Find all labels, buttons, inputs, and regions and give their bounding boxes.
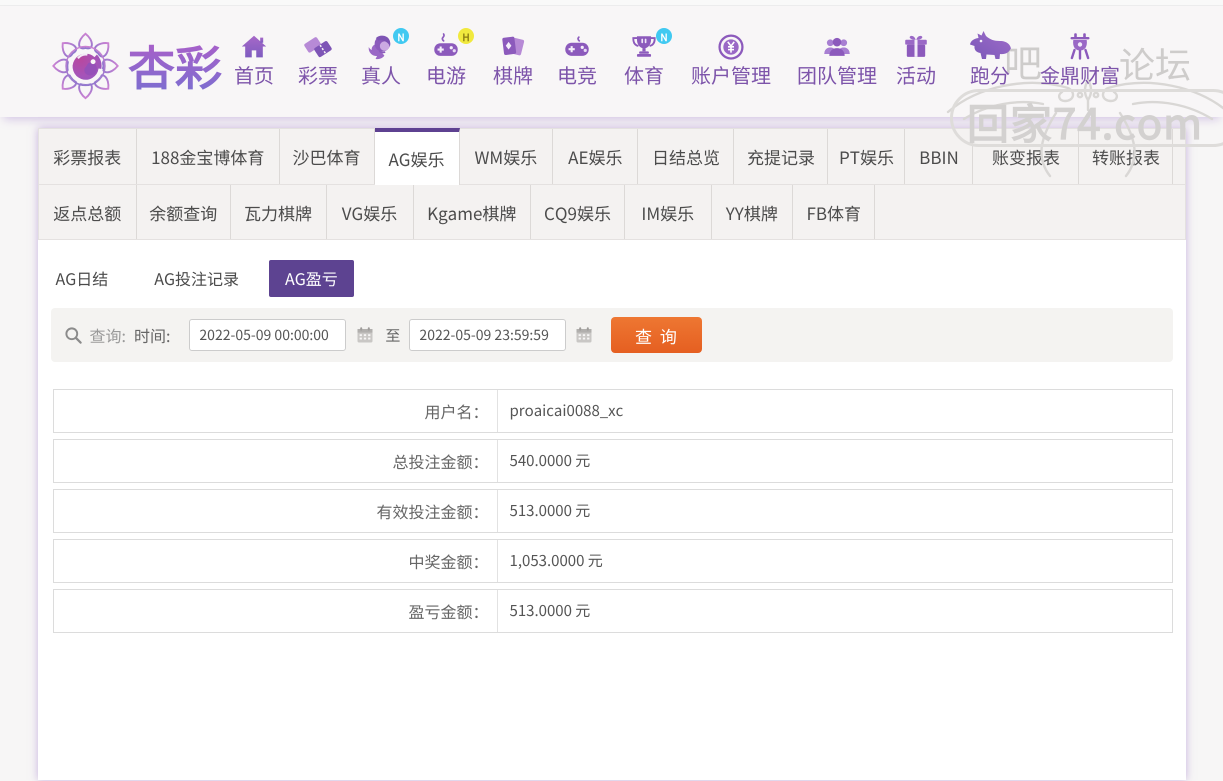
subtab-0[interactable]: AG日结 — [40, 260, 125, 297]
watermark-forum-text: 论坛 — [1119, 37, 1192, 89]
nav-item-label: 账户管理 — [691, 60, 771, 89]
tab-row1-7[interactable]: 充提记录 — [734, 129, 829, 184]
time-to-input[interactable] — [409, 319, 567, 351]
tab-row1-4[interactable]: WM娱乐 — [460, 129, 554, 184]
time-label: 时间: — [133, 323, 171, 347]
nav-item-6[interactable]: N 体育 — [624, 28, 672, 89]
tab-row2-2[interactable]: 瓦力棋牌 — [231, 185, 327, 239]
activity-gift-icon — [901, 35, 931, 62]
nav-item-0[interactable]: 首页 — [234, 35, 274, 88]
nav-item-8[interactable]: 团队管理 — [797, 35, 877, 88]
nav-item-label: 金鼎财富 — [1040, 60, 1120, 89]
home-icon — [239, 35, 269, 62]
nav-item-label: 团队管理 — [797, 60, 877, 89]
nav-n-badge: N — [656, 28, 672, 44]
team-people-icon — [822, 35, 852, 62]
filter-bar: 查询: 时间: 至 查 询 — [50, 308, 1173, 362]
live-person-icon: N — [366, 28, 409, 62]
sports-trophy-icon: N — [629, 28, 672, 62]
report-row: 总投注金额： 540.0000 元 — [52, 439, 1173, 483]
search-icon — [64, 326, 83, 345]
range-separator-label: 至 — [385, 324, 401, 346]
nav-item-4[interactable]: 棋牌 — [493, 35, 533, 88]
report-row-label: 中奖金额： — [54, 540, 498, 582]
nav-item-10[interactable]: 跑分 — [966, 31, 1014, 89]
subtab-2[interactable]: AG盈亏 — [269, 260, 354, 297]
nav-item-label: 真人 — [361, 60, 401, 89]
esports-gamepad-icon — [562, 35, 592, 62]
tab-row-2: 返点总额 余额查询 瓦力棋牌 VG娱乐 Kgame棋牌 CQ9娱乐 IM娱乐 Y… — [38, 184, 1185, 239]
tab-row1-0[interactable]: 彩票报表 — [39, 129, 137, 184]
tab-row1-3[interactable]: AG娱乐 — [374, 128, 460, 185]
main-panel: 彩票报表 188金宝博体育 沙巴体育 AG娱乐 WM娱乐 AE娱乐 日结总览 充… — [37, 128, 1186, 780]
nav-item-5[interactable]: 电竞 — [557, 35, 597, 88]
tab-row1-5[interactable]: AE娱乐 — [553, 129, 639, 184]
nav-item-2[interactable]: N 真人 — [361, 28, 409, 89]
egame-gamepad-icon: H — [431, 28, 474, 62]
nav-item-label: 跑分 — [970, 60, 1010, 89]
report-row-label: 有效投注金额： — [54, 490, 498, 532]
run-score-rhino-icon — [966, 31, 1014, 62]
content-area: AG日结 AG投注记录 AG盈亏 查询: 时间: 至 查 询 用户名： proa… — [38, 240, 1186, 633]
calendar-icon-to[interactable] — [575, 326, 593, 344]
nav-item-9[interactable]: 活动 — [896, 35, 936, 88]
golden-ding-icon — [1064, 33, 1096, 62]
report-table: 用户名： proaicai0088_xc 总投注金额： 540.0000 元 有… — [52, 389, 1173, 633]
query-label: 查询: — [89, 323, 126, 347]
tab-row2-7[interactable]: YY棋牌 — [712, 185, 794, 239]
query-submit-button[interactable]: 查 询 — [611, 317, 703, 353]
report-row: 用户名： proaicai0088_xc — [52, 389, 1173, 433]
tab-row2-8[interactable]: FB体育 — [793, 185, 876, 239]
report-row-label: 用户名： — [54, 390, 498, 432]
tab-row2-0[interactable]: 返点总额 — [39, 185, 137, 239]
tab-row2-5[interactable]: CQ9娱乐 — [531, 185, 625, 239]
tab-row1-2[interactable]: 沙巴体育 — [280, 129, 375, 184]
nav-item-label: 首页 — [234, 60, 274, 89]
nav-item-label: 棋牌 — [493, 60, 533, 89]
report-row-label: 盈亏金额： — [54, 590, 498, 632]
nav-item-11[interactable]: 金鼎财富 — [1040, 33, 1120, 89]
tab-row1-1[interactable]: 188金宝博体育 — [137, 129, 280, 184]
report-row-value: proaicai0088_xc — [509, 400, 624, 421]
nav-item-label: 电游 — [426, 60, 466, 89]
page: 杏彩 首页 彩票 N 真人 H 电游 棋牌 电竞 N 体育 账户管理 团队管理 … — [0, 0, 1223, 781]
report-row: 盈亏金额： 513.0000 元 — [52, 589, 1173, 633]
report-row-value: 513.0000 元 — [509, 600, 591, 621]
brand-logo[interactable]: 杏彩 — [52, 29, 222, 101]
report-row-value: 513.0000 元 — [509, 500, 591, 521]
lottery-ticket-icon — [303, 35, 333, 62]
tab-row2-6[interactable]: IM娱乐 — [625, 185, 712, 239]
tab-row2-1[interactable]: 余额查询 — [137, 185, 231, 239]
sub-tabs: AG日结 AG投注记录 AG盈亏 — [40, 260, 1173, 297]
cards-icon — [498, 35, 528, 62]
nav-item-label: 彩票 — [298, 60, 338, 89]
report-row-value: 540.0000 元 — [509, 450, 591, 471]
report-row-label: 总投注金额： — [54, 440, 498, 482]
tab-row1-6[interactable]: 日结总览 — [638, 129, 735, 184]
calendar-icon-from[interactable] — [356, 326, 374, 344]
time-from-input[interactable] — [189, 319, 347, 351]
tab-row1-8[interactable]: PT娱乐 — [828, 129, 906, 184]
tab-row2-4[interactable]: Kgame棋牌 — [414, 185, 531, 239]
nav-item-label: 体育 — [624, 60, 664, 89]
nav-item-1[interactable]: 彩票 — [298, 35, 338, 88]
nav-item-label: 电竞 — [557, 60, 597, 89]
report-row: 中奖金额： 1,053.0000 元 — [52, 539, 1173, 583]
logo-flower-icon — [52, 32, 119, 100]
watermark-site-text: 回家74.com — [967, 91, 1204, 152]
nav-item-label: 活动 — [896, 60, 936, 89]
nav-n-badge: N — [393, 28, 409, 44]
brand-logo-text: 杏彩 — [128, 30, 222, 99]
subtab-1[interactable]: AG投注记录 — [138, 260, 255, 297]
account-yuan-icon — [716, 34, 746, 62]
report-row-value: 1,053.0000 元 — [509, 550, 603, 571]
report-row: 有效投注金额： 513.0000 元 — [52, 489, 1173, 533]
tab-row2-3[interactable]: VG娱乐 — [327, 185, 414, 239]
nav-h-badge: H — [458, 28, 474, 44]
nav-item-3[interactable]: H 电游 — [426, 28, 474, 89]
nav-item-7[interactable]: 账户管理 — [691, 34, 771, 89]
